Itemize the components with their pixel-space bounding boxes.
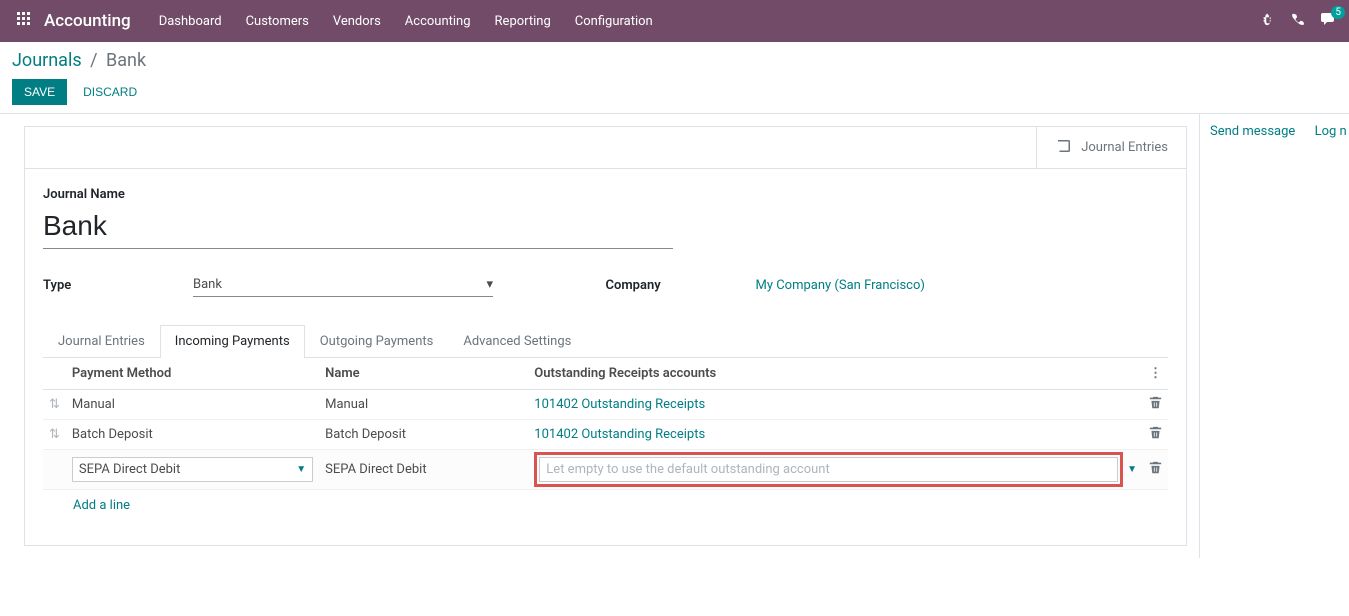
- outstanding-account-input-highlight: Let empty to use the default outstanding…: [534, 452, 1123, 487]
- journal-name-label: Journal Name: [43, 187, 1168, 202]
- top-navbar: Accounting Dashboard Customers Vendors A…: [0, 0, 1349, 42]
- drag-handle-icon[interactable]: ⇅: [43, 420, 66, 450]
- tab-advanced-settings[interactable]: Advanced Settings: [448, 325, 586, 357]
- apps-grid-icon[interactable]: [12, 7, 36, 35]
- table-row[interactable]: ⇅ Manual Manual 101402 Outstanding Recei…: [43, 390, 1168, 420]
- bug-icon[interactable]: [1261, 12, 1275, 30]
- save-button[interactable]: SAVE: [12, 79, 67, 105]
- add-line-button[interactable]: Add a line: [43, 490, 1168, 521]
- journal-entries-stat-button[interactable]: Journal Entries: [1036, 127, 1186, 168]
- type-select[interactable]: Bank ▾: [193, 273, 493, 297]
- book-icon: [1055, 137, 1073, 159]
- cell-account[interactable]: 101402 Outstanding Receipts: [534, 427, 705, 442]
- method-value: SEPA Direct Debit: [79, 462, 180, 477]
- nav-items: Dashboard Customers Vendors Accounting R…: [151, 4, 661, 39]
- journal-entries-label: Journal Entries: [1081, 140, 1168, 155]
- cell-name: Batch Deposit: [319, 420, 528, 450]
- cell-name: Manual: [319, 390, 528, 420]
- send-message-button[interactable]: Send message: [1210, 124, 1295, 139]
- nav-item-reporting[interactable]: Reporting: [487, 4, 559, 39]
- tab-journal-entries[interactable]: Journal Entries: [43, 325, 160, 357]
- table-row[interactable]: ⇅ Batch Deposit Batch Deposit 101402 Out…: [43, 420, 1168, 450]
- nav-item-vendors[interactable]: Vendors: [325, 4, 389, 39]
- discard-button[interactable]: DISCARD: [75, 79, 145, 105]
- tab-outgoing-payments[interactable]: Outgoing Payments: [305, 325, 449, 357]
- log-note-button[interactable]: Log n: [1315, 124, 1347, 139]
- company-link[interactable]: My Company (San Francisco): [756, 278, 925, 293]
- chat-icon[interactable]: 5: [1321, 12, 1337, 30]
- nav-item-customers[interactable]: Customers: [238, 4, 317, 39]
- placeholder-text: Let empty to use the default outstanding…: [546, 462, 829, 477]
- payment-methods-table: Payment Method Name Outstanding Receipts…: [43, 358, 1168, 490]
- nav-item-dashboard[interactable]: Dashboard: [151, 4, 230, 39]
- kebab-menu-icon[interactable]: ⋮: [1143, 358, 1168, 390]
- delete-row-button[interactable]: [1143, 390, 1168, 420]
- type-label: Type: [43, 278, 193, 293]
- table-row-editing[interactable]: SEPA Direct Debit ▼ SEPA Direct Debit Le…: [43, 450, 1168, 490]
- tabs: Journal Entries Incoming Payments Outgoi…: [43, 325, 1168, 358]
- breadcrumb-sep: /: [90, 50, 97, 71]
- chevron-down-icon: ▼: [296, 464, 306, 475]
- company-label: Company: [606, 278, 756, 293]
- chat-badge: 5: [1331, 6, 1345, 19]
- outstanding-account-input[interactable]: Let empty to use the default outstanding…: [539, 457, 1118, 482]
- drag-handle-icon[interactable]: ⇅: [43, 390, 66, 420]
- button-box: Journal Entries: [25, 127, 1186, 169]
- payment-method-select[interactable]: SEPA Direct Debit ▼: [72, 457, 313, 482]
- col-payment-method: Payment Method: [66, 358, 319, 390]
- delete-row-button[interactable]: [1143, 450, 1168, 490]
- nav-item-configuration[interactable]: Configuration: [567, 4, 661, 39]
- breadcrumb-parent[interactable]: Journals: [12, 50, 82, 71]
- control-panel: Journals / Bank SAVE DISCARD: [0, 42, 1349, 114]
- cell-account[interactable]: 101402 Outstanding Receipts: [534, 397, 705, 412]
- cell-method: Batch Deposit: [66, 420, 319, 450]
- breadcrumb-current: Bank: [106, 50, 146, 71]
- cell-method: Manual: [66, 390, 319, 420]
- col-name: Name: [319, 358, 528, 390]
- cell-name: SEPA Direct Debit: [319, 450, 528, 490]
- col-account: Outstanding Receipts accounts: [528, 358, 1143, 390]
- delete-row-button[interactable]: [1143, 420, 1168, 450]
- chevron-down-icon: ▾: [486, 277, 493, 292]
- phone-icon[interactable]: [1291, 12, 1305, 30]
- type-value: Bank: [193, 277, 222, 292]
- breadcrumb: Journals / Bank: [12, 50, 1333, 71]
- tab-incoming-payments[interactable]: Incoming Payments: [160, 325, 305, 358]
- chevron-down-icon[interactable]: ▼: [1127, 464, 1137, 475]
- form-sheet: Journal Entries Journal Name Type Bank ▾: [24, 126, 1187, 546]
- app-name[interactable]: Accounting: [44, 11, 131, 31]
- nav-item-accounting[interactable]: Accounting: [397, 4, 479, 39]
- chatter: Send message Log n: [1199, 114, 1349, 558]
- journal-name-input[interactable]: [43, 206, 673, 249]
